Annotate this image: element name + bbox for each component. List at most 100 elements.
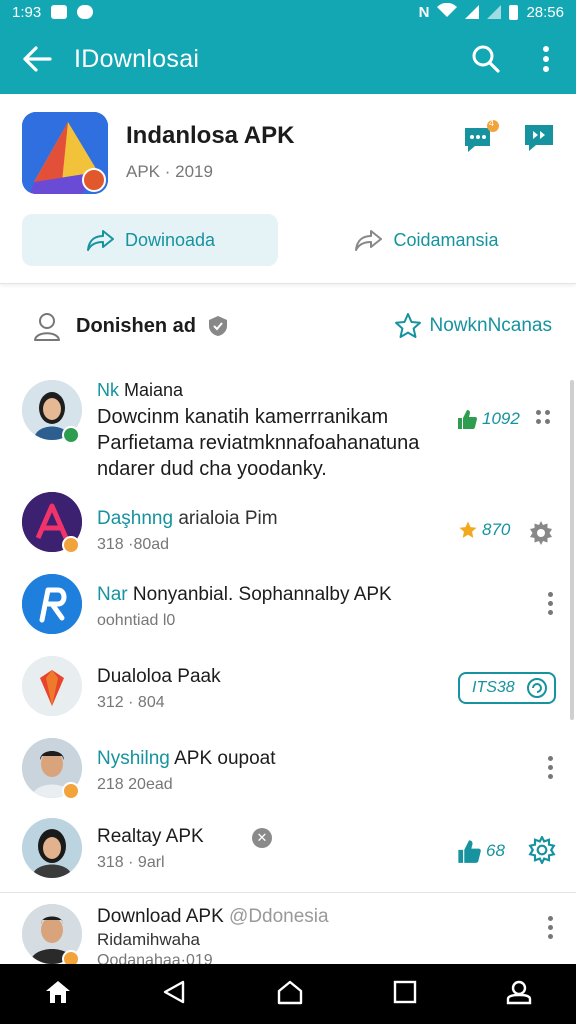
list-item[interactable]: Nyshilng APK oupoat 218 20ead [0, 732, 576, 814]
chat-icon [465, 120, 499, 152]
house-outline-icon [277, 980, 303, 1004]
item-title: Nyshilng APK oupoat [97, 748, 276, 770]
dot-icon [547, 601, 553, 606]
square-icon [393, 980, 416, 1003]
like-count[interactable]: 68 [456, 838, 505, 864]
thumbs-up-icon [458, 410, 477, 429]
home-nav-button[interactable] [276, 979, 304, 1010]
status-badge [62, 426, 80, 444]
settings-button[interactable] [528, 834, 556, 869]
status-badge [62, 782, 80, 800]
app-badge-icon [82, 168, 106, 192]
dot-icon [547, 774, 553, 779]
share-button-label: Coidamansia [393, 229, 499, 250]
share-arrow-icon [355, 230, 383, 251]
download-button[interactable]: Dowinoada [22, 214, 278, 266]
share-arrow-icon [86, 230, 114, 251]
message-icon [525, 125, 553, 151]
chat-badge-count: 4 [489, 118, 495, 128]
item-title: Realtay APK [97, 826, 204, 847]
gear-icon [530, 521, 552, 545]
dot-icon [547, 592, 553, 597]
item-body-line: Dowcinm kanatih kamerrranikam [97, 406, 389, 428]
gear-icon [528, 834, 556, 866]
grid-menu-button[interactable] [536, 410, 550, 424]
news-link[interactable]: NowknNcanas [394, 312, 553, 340]
dot-icon [547, 756, 553, 761]
chat-button[interactable]: 4 [462, 118, 499, 154]
triangle-back-icon [163, 980, 185, 1003]
settings-button[interactable] [528, 520, 554, 551]
list-item[interactable]: Daşhnng arialoia Pim 318 ·80ad 870 [0, 488, 576, 568]
list-item[interactable]: Dualoloa Paak 312 · 804 ITS38 [0, 650, 576, 732]
home-tab-button[interactable] [44, 979, 72, 1010]
nfc-icon: N [418, 3, 430, 21]
list-item[interactable]: Nk Maiana Dowcinm kanatih kamerrranikam … [0, 368, 576, 486]
item-subtitle: Ridamihwaha [97, 930, 200, 949]
app-icon[interactable] [22, 112, 108, 194]
overflow-menu-button[interactable] [516, 45, 576, 73]
item-title-text: Nonyanbial. Sophannalby APK [132, 584, 392, 605]
dot-icon [547, 765, 553, 770]
dot-icon [545, 419, 550, 424]
item-prefix: Daşhnng [97, 508, 174, 529]
search-button[interactable] [456, 44, 516, 74]
divider [0, 892, 576, 893]
wifi-icon [437, 2, 458, 21]
more-vertical-icon [543, 46, 549, 72]
rating: 870 [458, 520, 510, 540]
more-options-button[interactable] [546, 756, 554, 779]
install-button-label: ITS38 [472, 679, 515, 696]
page-title: IDownlosai [74, 44, 200, 73]
back-button[interactable] [0, 46, 74, 72]
system-nav-bar [0, 964, 576, 1024]
status-badge [62, 950, 80, 964]
item-subtitle: oohntiad l0 [97, 612, 176, 629]
verified-shield-icon [209, 316, 228, 336]
profile-nav-button[interactable] [506, 979, 532, 1010]
remove-button[interactable]: ✕ [252, 828, 272, 848]
dot-icon [536, 419, 541, 424]
dot-icon [545, 410, 550, 415]
status-bar: 1:93 N 28:56 [0, 0, 576, 24]
news-link-label: NowknNcanas [429, 315, 553, 336]
dot-icon [536, 410, 541, 415]
item-subtitle: 318 ·80ad [97, 536, 170, 553]
list-item[interactable]: Download APK @Ddonesia Ridamihwaha Oodan… [0, 896, 576, 964]
item-body-line: Parfietama reviatmknnafoahanatuna [97, 432, 420, 454]
item-title-suffix: @Ddonesia [229, 906, 329, 927]
status-time-right: 28:56 [526, 3, 564, 21]
status-time: 1:93 [12, 3, 42, 21]
back-nav-button[interactable] [161, 979, 187, 1010]
avatar [22, 656, 82, 716]
item-subtitle: 312 · 804 [97, 694, 165, 711]
app-name: Indanlosa APK [126, 122, 295, 149]
recents-nav-button[interactable] [393, 980, 417, 1009]
share-button[interactable]: Coidamansia [298, 214, 554, 266]
more-options-button[interactable] [546, 916, 554, 939]
more-options-button[interactable] [546, 592, 554, 615]
item-prefix: Nyshilng [97, 748, 170, 769]
avatar [22, 818, 82, 878]
item-prefix: Nk [97, 380, 119, 400]
item-title: Download APK @Ddonesia [97, 906, 329, 928]
person-icon [506, 980, 531, 1004]
like-count-value: 1092 [482, 409, 520, 428]
app-header: Indanlosa APK APK · 2019 4 Dowinoada Coi… [0, 94, 576, 284]
list-item[interactable]: Nar Nonyanbial. Sophannalby APK oohntiad… [0, 568, 576, 650]
signal-icon [465, 5, 480, 19]
app-bar: IDownlosai [0, 24, 576, 94]
item-subtitle: 318 · 9arl [97, 854, 165, 871]
avatar [22, 574, 82, 634]
dot-icon [547, 925, 553, 930]
install-button[interactable]: ITS38 [458, 672, 556, 704]
item-prefix: Nar [97, 584, 128, 605]
star-icon [459, 521, 477, 538]
like-count[interactable]: 1092 [456, 408, 520, 430]
list-item[interactable]: Realtay APK ✕ 318 · 9arl 68 [0, 814, 576, 892]
scrollbar[interactable] [570, 380, 574, 720]
share-message-button[interactable] [522, 120, 556, 154]
signal-secondary-icon [487, 5, 502, 19]
section-header: Donishen ad NowknNcanas [0, 296, 576, 356]
item-title-text: APK oupoat [174, 748, 276, 769]
